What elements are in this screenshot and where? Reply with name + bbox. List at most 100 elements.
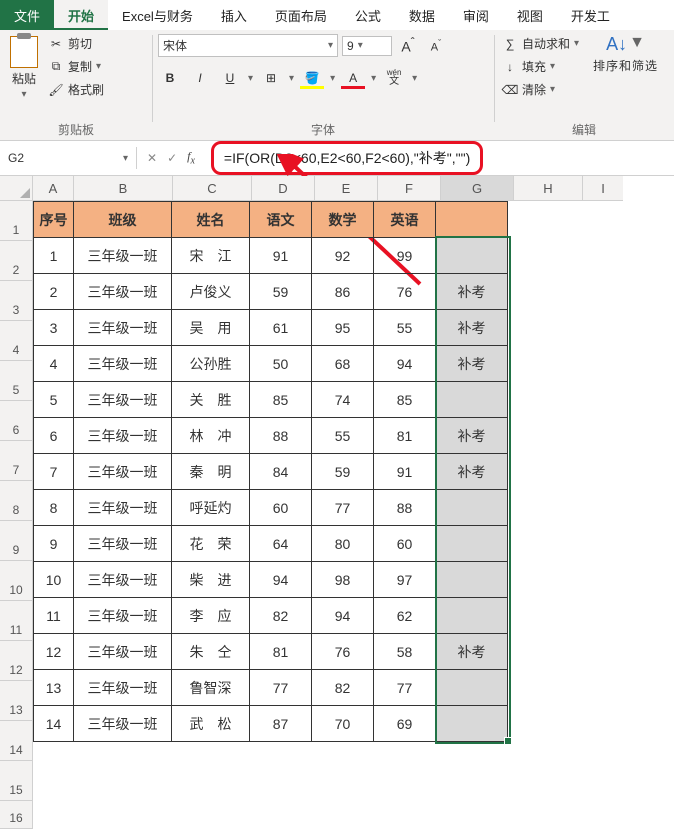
cell-class[interactable]: 三年级一班 [74, 382, 172, 418]
cell-chinese[interactable]: 87 [250, 706, 312, 742]
cell-english[interactable]: 81 [374, 418, 436, 454]
font-color-button[interactable]: A [341, 69, 365, 87]
hdr-name[interactable]: 姓名 [172, 202, 250, 238]
hdr-english[interactable]: 英语 [374, 202, 436, 238]
cell-math[interactable]: 80 [312, 526, 374, 562]
row-header-14[interactable]: 14 [0, 721, 33, 761]
col-header-C[interactable]: C [173, 176, 252, 201]
cell-math[interactable]: 86 [312, 274, 374, 310]
cell-result[interactable]: 补考 [436, 346, 508, 382]
cell-english[interactable]: 62 [374, 598, 436, 634]
tab-developer[interactable]: 开发工 [557, 0, 624, 30]
cell-name[interactable]: 吴 用 [172, 310, 250, 346]
cell-english[interactable]: 69 [374, 706, 436, 742]
cell-class[interactable]: 三年级一班 [74, 706, 172, 742]
col-header-F[interactable]: F [378, 176, 441, 201]
col-header-I[interactable]: I [583, 176, 623, 201]
cell-name[interactable]: 宋 江 [172, 238, 250, 274]
cell-english[interactable]: 85 [374, 382, 436, 418]
hdr-no[interactable]: 序号 [34, 202, 74, 238]
cell-result[interactable]: 补考 [436, 634, 508, 670]
sort-filter-button[interactable]: A↓ ▼ 排序和筛选 [593, 34, 658, 74]
cut-button[interactable]: ✂ 剪切 [46, 34, 106, 53]
cell-math[interactable]: 70 [312, 706, 374, 742]
cell-chinese[interactable]: 50 [250, 346, 312, 382]
tab-home[interactable]: 开始 [54, 0, 108, 30]
decrease-font-button[interactable]: Aˇ [424, 36, 448, 56]
cell-english[interactable]: 60 [374, 526, 436, 562]
cell-result[interactable] [436, 706, 508, 742]
font-size-select[interactable]: 9 ▾ [342, 36, 392, 56]
cell-name[interactable]: 花 荣 [172, 526, 250, 562]
cell-no[interactable]: 11 [34, 598, 74, 634]
col-header-A[interactable]: A [33, 176, 74, 201]
tab-file[interactable]: 文件 [0, 0, 54, 30]
cell-math[interactable]: 82 [312, 670, 374, 706]
cell-chinese[interactable]: 60 [250, 490, 312, 526]
row-header-15[interactable]: 15 [0, 761, 33, 801]
row-header-9[interactable]: 9 [0, 521, 33, 561]
cell-no[interactable]: 9 [34, 526, 74, 562]
cell-class[interactable]: 三年级一班 [74, 670, 172, 706]
cell-result[interactable] [436, 238, 508, 274]
fill-handle[interactable] [504, 737, 512, 745]
fill-color-button[interactable]: 🪣 [300, 69, 324, 87]
row-header-8[interactable]: 8 [0, 481, 33, 521]
cell-result[interactable]: 补考 [436, 454, 508, 490]
cell-no[interactable]: 8 [34, 490, 74, 526]
cell-class[interactable]: 三年级一班 [74, 634, 172, 670]
name-box-dropdown-icon[interactable]: ▾ [123, 153, 128, 164]
cell-name[interactable]: 公孙胜 [172, 346, 250, 382]
cell-no[interactable]: 13 [34, 670, 74, 706]
cell-chinese[interactable]: 85 [250, 382, 312, 418]
cell-english[interactable]: 77 [374, 670, 436, 706]
cell-english[interactable]: 94 [374, 346, 436, 382]
row-header-6[interactable]: 6 [0, 401, 33, 441]
cell-math[interactable]: 94 [312, 598, 374, 634]
cell-math[interactable]: 55 [312, 418, 374, 454]
format-painter-button[interactable]: 🖌 格式刷 [46, 80, 106, 99]
row-header-7[interactable]: 7 [0, 441, 33, 481]
cell-math[interactable]: 92 [312, 238, 374, 274]
tab-insert[interactable]: 插入 [207, 0, 261, 30]
name-box[interactable]: G2 ▾ [0, 147, 137, 169]
cell-result[interactable]: 补考 [436, 274, 508, 310]
cell-result[interactable] [436, 562, 508, 598]
cell-english[interactable]: 88 [374, 490, 436, 526]
cell-result[interactable] [436, 526, 508, 562]
cell-math[interactable]: 95 [312, 310, 374, 346]
cell-chinese[interactable]: 82 [250, 598, 312, 634]
row-header-12[interactable]: 12 [0, 641, 33, 681]
cell-result[interactable]: 补考 [436, 310, 508, 346]
autosum-button[interactable]: ∑ 自动求和 ▾ [500, 34, 581, 53]
row-header-2[interactable]: 2 [0, 241, 33, 281]
cell-english[interactable]: 58 [374, 634, 436, 670]
copy-button[interactable]: ⧉ 复制 ▾ [46, 57, 106, 76]
cell-no[interactable]: 1 [34, 238, 74, 274]
cell-class[interactable]: 三年级一班 [74, 418, 172, 454]
cell-class[interactable]: 三年级一班 [74, 274, 172, 310]
col-header-G[interactable]: G [441, 176, 514, 201]
cell-no[interactable]: 3 [34, 310, 74, 346]
cell-math[interactable]: 76 [312, 634, 374, 670]
cell-class[interactable]: 三年级一班 [74, 238, 172, 274]
cancel-formula-icon[interactable]: ✕ [147, 151, 157, 165]
cell-math[interactable]: 77 [312, 490, 374, 526]
cell-no[interactable]: 5 [34, 382, 74, 418]
cell-english[interactable]: 76 [374, 274, 436, 310]
row-header-10[interactable]: 10 [0, 561, 33, 601]
cell-name[interactable]: 李 应 [172, 598, 250, 634]
underline-button[interactable]: U [218, 69, 242, 87]
cell-class[interactable]: 三年级一班 [74, 490, 172, 526]
cell-english[interactable]: 97 [374, 562, 436, 598]
hdr-math[interactable]: 数学 [312, 202, 374, 238]
cell-name[interactable]: 朱 仝 [172, 634, 250, 670]
cell-class[interactable]: 三年级一班 [74, 310, 172, 346]
cell-chinese[interactable]: 94 [250, 562, 312, 598]
cell-english[interactable]: 91 [374, 454, 436, 490]
bold-button[interactable]: B [158, 69, 182, 87]
cell-name[interactable]: 林 冲 [172, 418, 250, 454]
cell-no[interactable]: 4 [34, 346, 74, 382]
italic-button[interactable]: I [188, 69, 212, 87]
cell-math[interactable]: 74 [312, 382, 374, 418]
